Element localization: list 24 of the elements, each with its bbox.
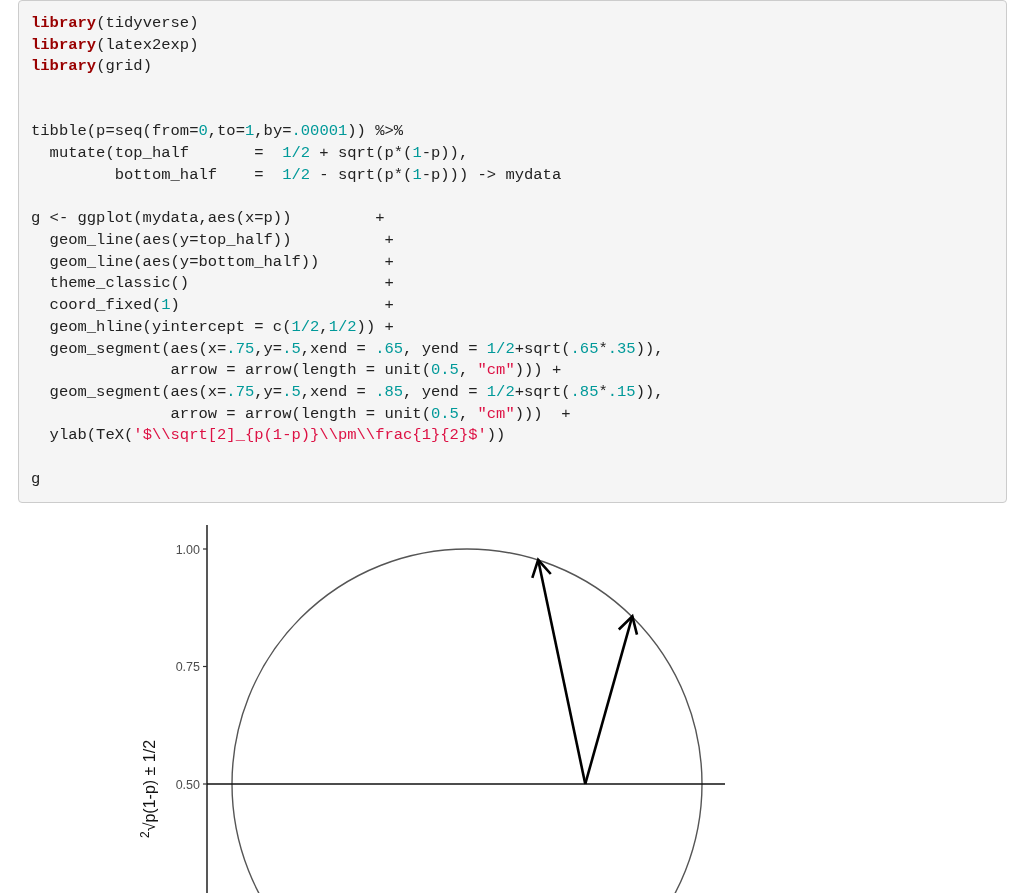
code-line: library(latex2exp) xyxy=(31,34,199,56)
axis-tick xyxy=(202,665,208,668)
code-line: ylab(TeX('$\\sqrt[2]_{p(1-p)}\\pm\\frac{1}{2}$')) xyxy=(48,425,506,447)
code-line: bottom_half = 1/2 - sqrt(p*(1-p))) -> mydata xyxy=(113,164,562,186)
code-line: library(tidyverse) xyxy=(31,13,199,34)
axis-tick xyxy=(202,783,208,785)
axis-tick xyxy=(202,548,208,550)
code-line: coord_fixed(1) + xyxy=(48,295,394,317)
code-line: tibble(p=seq(from=0,to=1,by=.00001)) %>% xyxy=(31,121,404,143)
code-line: geom_line(aes(y=top_half)) + xyxy=(48,230,394,251)
code-line: arrow = arrow(length = unit(0.5, "cm"))) + xyxy=(169,360,562,382)
code-line: theme_classic() + xyxy=(48,273,394,295)
tick-label: 0.75 xyxy=(175,660,200,674)
code-line: geom_segment(aes(x=.75,y=.5,xend = .85, yend = 1/2+sqrt(.85*.15)), xyxy=(48,381,664,403)
tick-label: 0.50 xyxy=(175,777,200,792)
code-line: library(grid) xyxy=(31,56,152,78)
code-line: arrow = arrow(length = unit(0.5, "cm"))) + xyxy=(169,403,571,425)
code-line: g xyxy=(31,468,41,490)
code-line: g <- ggplot(mydata,aes(x=p)) + xyxy=(31,208,385,230)
tick-label: 1.00 xyxy=(175,542,200,557)
code-line: geom_segment(aes(x=.75,y=.5,xend = .65, yend = 1/2+sqrt(.65*.35)), xyxy=(48,338,664,360)
code-line: mutate(top_half = 1/2 + sqrt(p*(1-p)), xyxy=(48,143,469,165)
code-line: geom_line(aes(y=bottom_half)) + xyxy=(48,251,394,273)
code-line: geom_hline(yintercept = c(1/2,1/2)) + xyxy=(48,316,394,338)
